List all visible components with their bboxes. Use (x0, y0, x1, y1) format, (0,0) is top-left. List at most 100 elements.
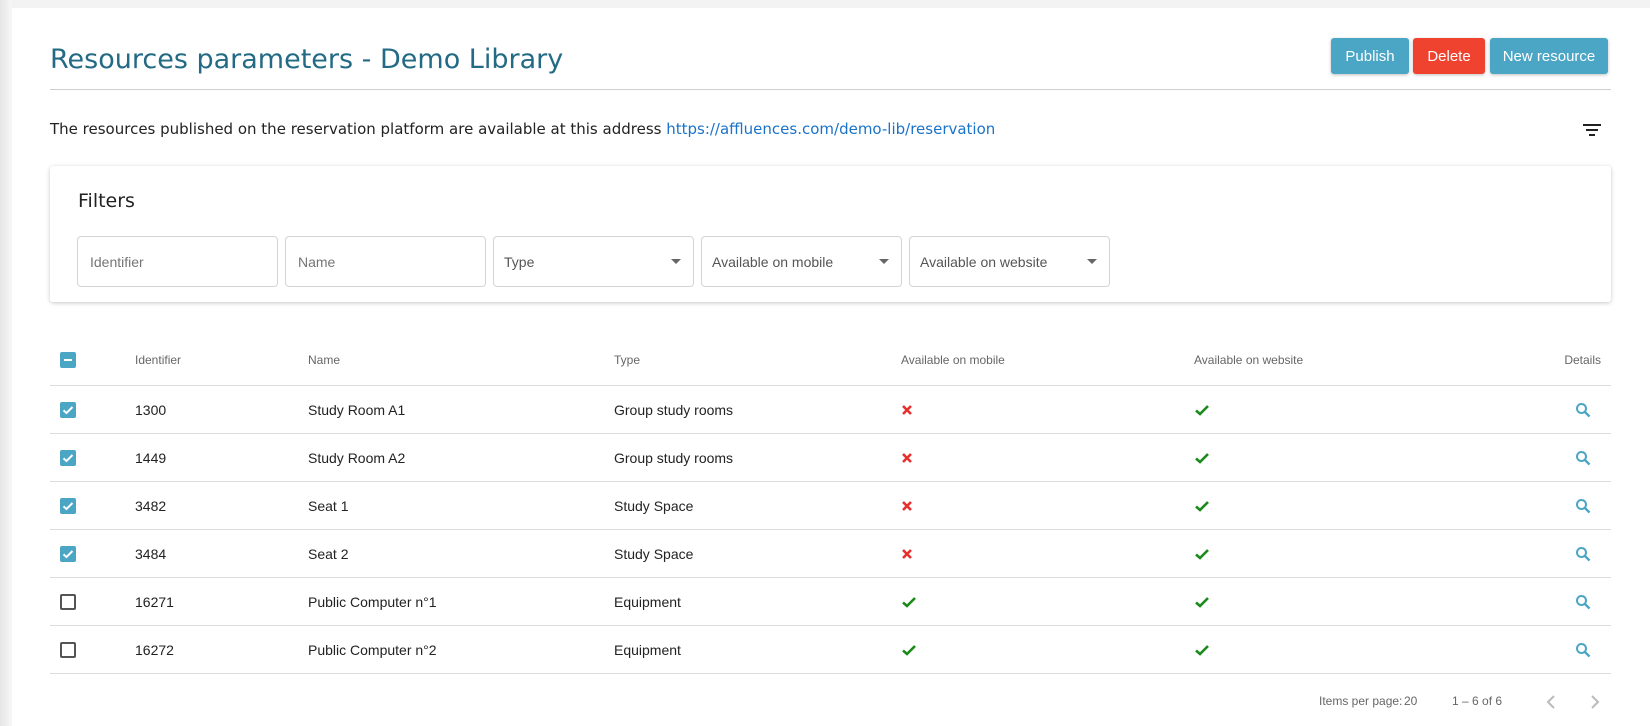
row-checkbox-cell (60, 482, 76, 529)
table-row[interactable]: 16271 Public Computer n°1 Equipment (50, 578, 1611, 626)
publish-button[interactable]: Publish (1331, 38, 1409, 74)
details-cell (1575, 578, 1591, 625)
type-cell: Equipment (614, 593, 681, 610)
name-input[interactable] (296, 252, 475, 271)
table-row[interactable]: 3484 Seat 2 Study Space (50, 530, 1611, 578)
name-cell: Seat 1 (308, 497, 349, 514)
identifier-cell: 16272 (135, 641, 174, 658)
mobile-availability-cell (901, 482, 913, 529)
filters-card: Filters Type Available on mobile Availab… (50, 166, 1611, 302)
mobile-select-label: Available on mobile (712, 253, 834, 270)
search-icon[interactable] (1575, 402, 1591, 418)
identifier-input[interactable] (88, 252, 267, 271)
table-row[interactable]: 1300 Study Room A1 Group study rooms (50, 386, 1611, 434)
header-divider (50, 89, 1611, 90)
previous-page-button[interactable] (1542, 692, 1562, 712)
check-icon (1195, 500, 1209, 512)
page-size-select[interactable]: 20 (1404, 694, 1417, 708)
row-checkbox[interactable] (60, 401, 76, 418)
mobile-select[interactable]: Available on mobile (701, 236, 902, 287)
resources-table: Identifier Name Type Available on mobile… (50, 334, 1611, 674)
next-page-button[interactable] (1584, 692, 1604, 712)
website-availability-cell (1194, 386, 1210, 433)
mobile-availability-cell (901, 578, 917, 625)
row-checkbox[interactable] (60, 593, 76, 610)
search-icon[interactable] (1575, 594, 1591, 610)
row-checkbox[interactable] (60, 449, 76, 466)
name-cell: Study Room A2 (308, 449, 406, 466)
name-cell: Seat 2 (308, 545, 349, 562)
reservation-link[interactable]: https://affluences.com/demo-lib/reservat… (666, 120, 995, 138)
table-body: 1300 Study Room A1 Group study rooms 1449 St… (50, 386, 1611, 674)
name-cell: Public Computer n°2 (308, 641, 437, 658)
close-icon (902, 452, 912, 463)
indeterminate-icon (64, 358, 72, 361)
website-availability-cell (1194, 626, 1210, 673)
table-row[interactable]: 3482 Seat 1 Study Space (50, 482, 1611, 530)
type-select[interactable]: Type (493, 236, 694, 287)
type-cell: Study Space (614, 545, 694, 562)
check-icon (1195, 644, 1209, 656)
identifier-cell: 1300 (135, 401, 167, 418)
close-icon (902, 548, 912, 559)
chevron-down-icon (671, 259, 681, 264)
name-cell: Public Computer n°1 (308, 593, 437, 610)
column-header-identifier[interactable]: Identifier (135, 334, 181, 385)
website-availability-cell (1194, 578, 1210, 625)
name-filter-field[interactable] (285, 236, 486, 287)
table-row[interactable]: 1449 Study Room A2 Group study rooms (50, 434, 1611, 482)
info-text: The resources published on the reservati… (50, 120, 995, 138)
checkmark-icon (62, 453, 74, 462)
filters-title: Filters (78, 190, 135, 212)
new-resource-button[interactable]: New resource (1490, 38, 1608, 74)
type-cell: Group study rooms (614, 449, 734, 466)
type-cell: Study Space (614, 497, 694, 514)
page: Resources parameters - Demo Library Publ… (12, 8, 1650, 726)
search-icon[interactable] (1575, 546, 1591, 562)
mobile-availability-cell (901, 530, 913, 577)
details-cell (1575, 482, 1591, 529)
filter-list-icon[interactable] (1582, 122, 1602, 138)
column-header-type[interactable]: Type (614, 334, 640, 385)
page-range: 1 – 6 of 6 (1452, 694, 1503, 708)
search-icon[interactable] (1575, 498, 1591, 514)
row-checkbox[interactable] (60, 641, 76, 658)
website-availability-cell (1194, 434, 1210, 481)
check-icon (1195, 404, 1209, 416)
search-icon[interactable] (1575, 642, 1591, 658)
column-header-website[interactable]: Available on website (1194, 334, 1303, 385)
type-select-label: Type (504, 253, 535, 270)
table-header: Identifier Name Type Available on mobile… (50, 334, 1611, 386)
checkmark-icon (62, 501, 74, 510)
select-all-cell (60, 334, 76, 385)
row-checkbox[interactable] (60, 545, 76, 562)
page-title: Resources parameters - Demo Library (50, 44, 564, 75)
check-icon (902, 644, 916, 656)
search-icon[interactable] (1575, 450, 1591, 466)
check-icon (1195, 596, 1209, 608)
items-per-page-label: Items per page: (1319, 694, 1403, 708)
details-cell (1575, 530, 1591, 577)
select-all-checkbox[interactable] (60, 351, 76, 368)
type-cell: Group study rooms (614, 401, 734, 418)
column-header-name[interactable]: Name (308, 334, 340, 385)
identifier-cell: 1449 (135, 449, 167, 466)
row-checkbox[interactable] (60, 497, 76, 514)
column-header-details: Details (1564, 352, 1601, 367)
identifier-cell: 3482 (135, 497, 167, 514)
table-row[interactable]: 16272 Public Computer n°2 Equipment (50, 626, 1611, 674)
website-select-label: Available on website (920, 253, 1048, 270)
check-icon (902, 596, 916, 608)
mobile-availability-cell (901, 386, 913, 433)
identifier-filter-field[interactable] (77, 236, 278, 287)
chevron-down-icon (879, 259, 889, 264)
checkmark-icon (62, 405, 74, 414)
identifier-cell: 16271 (135, 593, 174, 610)
delete-button[interactable]: Delete (1413, 38, 1485, 74)
row-checkbox-cell (60, 386, 76, 433)
row-checkbox-cell (60, 626, 76, 673)
close-icon (902, 500, 912, 511)
column-header-mobile[interactable]: Available on mobile (901, 334, 1005, 385)
website-select[interactable]: Available on website (909, 236, 1110, 287)
website-availability-cell (1194, 482, 1210, 529)
